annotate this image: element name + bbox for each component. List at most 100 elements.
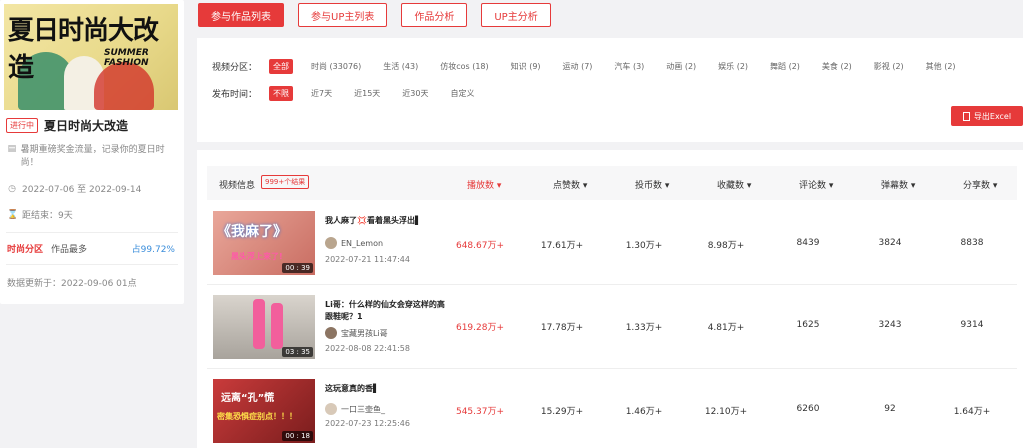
category-chip[interactable]: 动画 (2) [662,59,700,74]
category-filter-row: 视频分区： 全部 时尚 (33076) 生活 (43) 仿妆cos (18) 知… [212,59,974,74]
header-play-count[interactable]: 播放数 ▾ [467,178,501,191]
works-table: 视频信息 999+个结果 播放数 ▾ 点赞数 ▾ 投币数 ▾ 收藏数 ▾ 评论数… [197,150,1023,448]
header-share-count[interactable]: 分享数 ▾ [963,178,997,191]
document-icon: ▤ [7,144,17,154]
header-fav-count[interactable]: 收藏数 ▾ [717,178,751,191]
tab-works-analysis[interactable]: 作品分析 [401,3,468,27]
export-label: 导出Excel [973,111,1012,121]
export-excel-button[interactable]: 导出Excel [951,106,1023,126]
category-chip[interactable]: 美食 (2) [818,59,856,74]
like-count: 17.61万+ [540,241,584,251]
video-duration: 00 : 39 [282,263,313,273]
table-row[interactable]: 远离“孔”慌 密集恐惧症别点！！！ 00 : 18 这玩意真的香▌ 一口三壶鱼_… [207,371,1017,448]
video-publish-date: 2022-07-21 11:47:44 [325,255,410,264]
thumbnail-text: 远离“孔”慌 [221,393,275,404]
category-chip[interactable]: 其他 (2) [922,59,960,74]
category-chip[interactable]: 知识 (9) [507,59,545,74]
fav-count: 4.81万+ [707,323,745,333]
play-count: 545.37万+ [455,407,505,417]
coin-count: 1.30万+ [625,241,663,251]
filter-panel: 视频分区： 全部 时尚 (33076) 生活 (43) 仿妆cos (18) 知… [197,38,1023,142]
author-name: 一口三壶鱼_ [341,404,385,414]
time-chip[interactable]: 近15天 [350,86,384,101]
avatar [325,403,337,415]
thumbnail-subtext: 黑头浮上来了! [231,252,283,261]
category-filter-label: 视频分区： [212,63,258,73]
coin-count: 1.46万+ [625,407,663,417]
event-title-row: 进行中 夏日时尚大改造 [6,117,128,134]
event-countdown: ⌛ 距结束：9天 [7,208,73,222]
video-duration: 00 : 18 [282,431,313,441]
time-filter-label: 发布时间： [212,90,258,100]
thumbnail-shoe [253,299,265,349]
author-name: EN_Lemon [341,238,384,248]
date-range-text: 2022-07-06 至 2022-09-14 [22,185,142,195]
video-author[interactable]: EN_Lemon [325,237,383,249]
video-title[interactable]: 这玩意真的香▌ [325,383,449,395]
header-coin-count[interactable]: 投币数 ▾ [635,178,669,191]
top-category-desc: 作品最多 [51,245,88,255]
divider [6,232,178,233]
category-chip[interactable]: 汽车 (3) [610,59,648,74]
category-chip[interactable]: 时尚 (33076) [307,59,365,74]
table-row[interactable]: 03 : 35 Li哥：什么样的仙女会穿这样的高跟鞋呢？1 宝藏男孩Li哥 20… [207,287,1017,369]
danmaku-count: 92 [884,404,896,414]
video-thumbnail[interactable]: 03 : 35 [213,295,315,359]
category-chip[interactable]: 运动 (7) [559,59,597,74]
hourglass-icon: ⌛ [7,209,19,220]
video-duration: 03 : 35 [282,347,313,357]
video-thumbnail[interactable]: 《我麻了》 黑头浮上来了! 00 : 39 [213,211,315,275]
category-chip[interactable]: 全部 [269,59,294,74]
top-tabs: 参与作品列表 参与UP主列表 作品分析 UP主分析 [198,3,551,27]
time-chip[interactable]: 近7天 [307,86,336,101]
comment-count: 1625 [796,320,820,330]
clock-icon: ◷ [8,183,16,194]
video-thumbnail[interactable]: 远离“孔”慌 密集恐惧症别点！！！ 00 : 18 [213,379,315,443]
category-chip[interactable]: 舞蹈 (2) [766,59,804,74]
thumbnail-text: 《我麻了》 [217,224,287,240]
event-cover-image[interactable]: 夏日时尚大改造 SUMMER FASHION [4,4,178,110]
time-chip[interactable]: 不限 [269,86,294,101]
category-chip[interactable]: 娱乐 (2) [714,59,752,74]
cover-title: 夏日时尚大改造 [8,16,159,83]
header-like-count[interactable]: 点赞数 ▾ [553,178,587,191]
header-danmaku-count[interactable]: 弹幕数 ▾ [881,178,915,191]
author-name: 宝藏男孩Li哥 [341,328,388,338]
video-author[interactable]: 宝藏男孩Li哥 [325,327,388,339]
fav-count: 8.98万+ [707,241,745,251]
video-title[interactable]: 我人麻了💢看着黑头浮出▌ [325,215,449,227]
danmaku-count: 3824 [878,238,902,248]
header-comment-count[interactable]: 评论数 ▾ [799,178,833,191]
video-publish-date: 2022-08-08 22:41:58 [325,344,410,353]
share-count: 1.64万+ [953,407,991,417]
category-chip[interactable]: 影视 (2) [870,59,908,74]
avatar [325,327,337,339]
header-video-info: 视频信息 [219,181,256,191]
avatar [325,237,337,249]
event-title: 夏日时尚大改造 [44,119,129,133]
status-badge: 进行中 [6,118,38,133]
thumbnail-subtext: 密集恐惧症别点！！！ [217,412,297,421]
countdown-text: 距结束：9天 [22,211,73,221]
tab-uploader-analysis[interactable]: UP主分析 [481,3,551,27]
time-chip[interactable]: 自定义 [446,86,478,101]
play-count: 619.28万+ [455,323,505,333]
category-chip[interactable]: 仿妆cos (18) [436,59,492,74]
divider [6,264,178,265]
event-card: 夏日时尚大改造 SUMMER FASHION 进行中 夏日时尚大改造 ▤ 暑期重… [0,0,184,304]
play-count: 648.67万+ [455,241,505,251]
table-row[interactable]: 《我麻了》 黑头浮上来了! 00 : 39 我人麻了💢看着黑头浮出▌ EN_Le… [207,203,1017,285]
category-chip[interactable]: 生活 (43) [379,59,422,74]
time-chip[interactable]: 近30天 [398,86,432,101]
fav-count: 12.10万+ [704,407,748,417]
video-author[interactable]: 一口三壶鱼_ [325,403,385,415]
tab-works-list[interactable]: 参与作品列表 [198,3,284,27]
tab-uploaders-list[interactable]: 参与UP主列表 [298,3,388,27]
video-title[interactable]: Li哥：什么样的仙女会穿这样的高跟鞋呢？1 [325,299,449,323]
top-category-row: 时尚分区 作品最多 占99.72% [7,242,175,255]
result-count-badge: 999+个结果 [261,175,310,189]
video-publish-date: 2022-07-23 12:25:46 [325,419,410,428]
thumbnail-shoe [271,303,283,349]
document-icon [962,111,970,121]
top-category-percent: 占99.72% [131,245,175,255]
